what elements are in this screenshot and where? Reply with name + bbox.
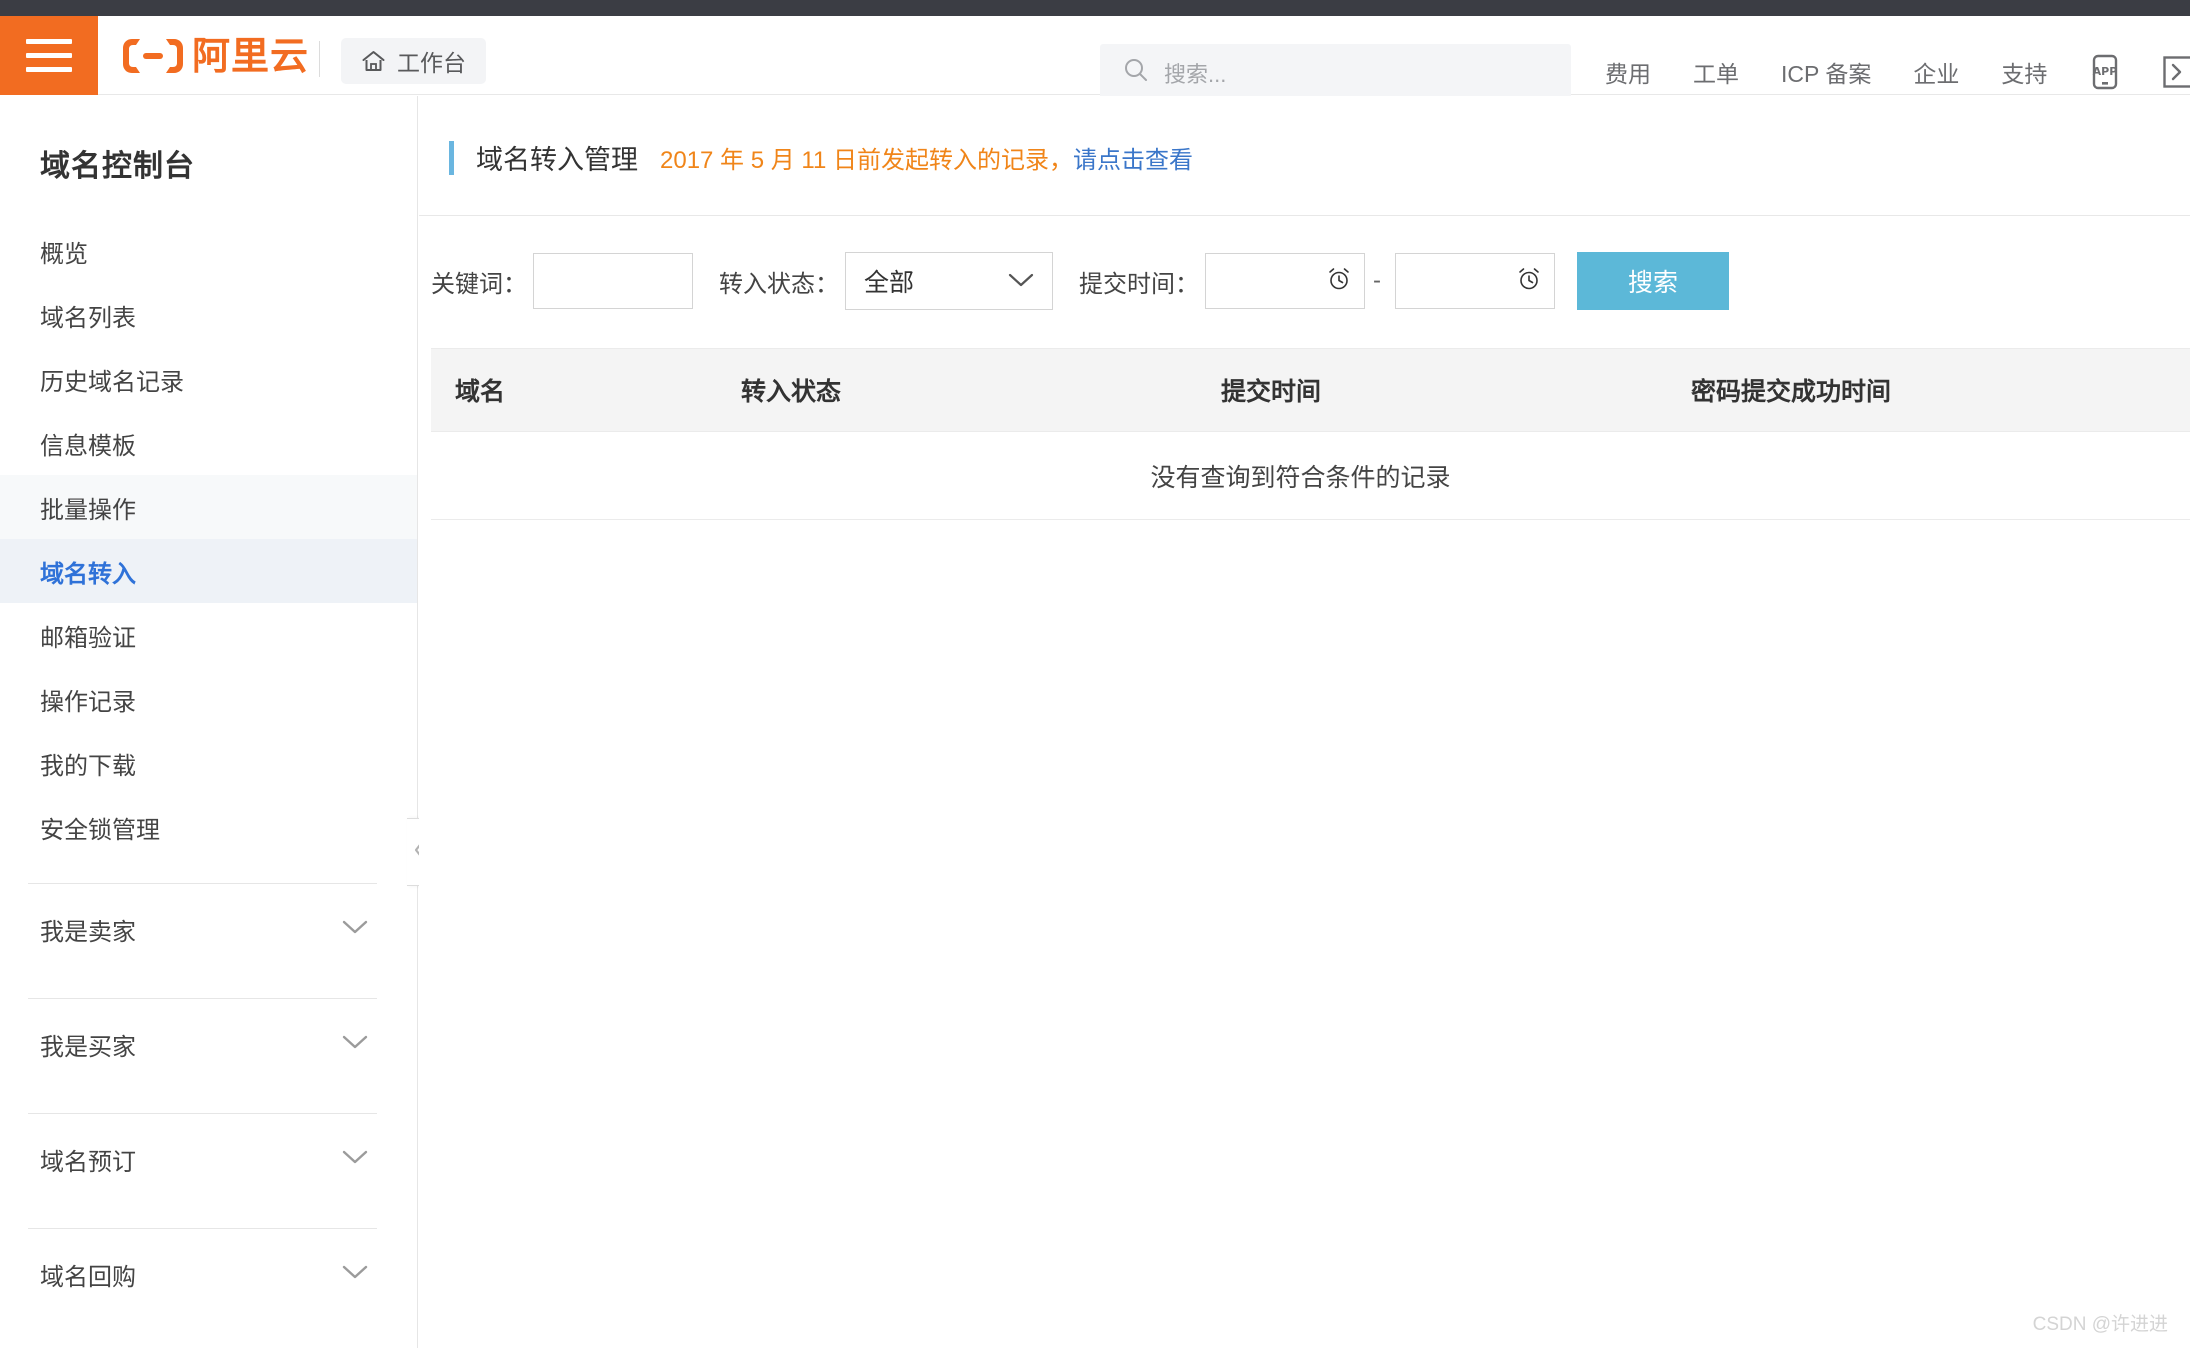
page-title-accent-bar (449, 140, 454, 175)
watermark: CSDN @许进进 (2032, 1314, 2168, 1335)
workbench-button[interactable]: 工作台 (341, 38, 486, 84)
sidebar-item-operation-log[interactable]: 操作记录 (0, 667, 417, 731)
column-header-submit-time: 提交时间 (1221, 378, 1322, 406)
sidebar-group-domain-buyback[interactable]: 域名回购 (0, 1229, 417, 1319)
transfer-status-select[interactable]: 全部 (845, 252, 1053, 310)
sidebar-item-security-lock[interactable]: 安全锁管理 (0, 795, 417, 859)
cloud-shell-icon[interactable] (2163, 55, 2190, 88)
nav-link-enterprise[interactable]: 企业 (1913, 55, 1959, 89)
sidebar-nav-list: 概览 域名列表 历史域名记录 信息模板 批量操作 域名转入 邮箱验证 操作记录 … (0, 219, 417, 859)
sidebar-item-domain-list[interactable]: 域名列表 (0, 283, 417, 347)
home-icon (361, 49, 386, 74)
sidebar-item-label: 邮箱验证 (40, 624, 136, 652)
sidebar-item-label: 操作记录 (40, 688, 136, 716)
sidebar-group-buyer[interactable]: 我是买家 (0, 999, 417, 1089)
sidebar-item-label: 安全锁管理 (40, 816, 160, 844)
global-search-input[interactable]: 搜索... (1100, 44, 1571, 101)
search-button[interactable]: 搜索 (1577, 252, 1729, 310)
nav-link-icp[interactable]: ICP 备案 (1781, 55, 1871, 89)
sidebar-item-label: 信息模板 (40, 432, 136, 460)
chevron-down-icon (1006, 267, 1036, 296)
sidebar: 域名控制台 概览 域名列表 历史域名记录 信息模板 批量操作 域名转入 邮箱验证… (0, 96, 418, 1348)
browser-top-strip (0, 0, 2190, 16)
submit-time-start-input[interactable] (1205, 253, 1365, 309)
sidebar-item-history-records[interactable]: 历史域名记录 (0, 347, 417, 411)
filter-bar: 关键词： 转入状态： 全部 提交时间： - 搜索 (419, 216, 2190, 310)
sidebar-item-label: 域名转入 (40, 560, 136, 588)
sidebar-item-info-template[interactable]: 信息模板 (0, 411, 417, 475)
nav-link-support[interactable]: 支持 (2001, 55, 2047, 89)
page-notice-text: 2017 年 5 月 11 日前发起转入的记录， (660, 147, 1073, 174)
column-header-transfer-status: 转入状态 (741, 378, 842, 406)
sidebar-group-label: 域名预订 (40, 1148, 136, 1176)
sidebar-group-seller[interactable]: 我是卖家 (0, 884, 417, 974)
header-divider (319, 41, 320, 77)
sidebar-item-label: 我的下载 (40, 752, 136, 780)
submit-time-end-input[interactable] (1395, 253, 1555, 309)
sidebar-item-label: 历史域名记录 (40, 368, 184, 396)
sidebar-item-email-verification[interactable]: 邮箱验证 (0, 603, 417, 667)
time-range-separator: - (1373, 267, 1381, 294)
results-table: 域名 转入状态 提交时间 密码提交成功时间 没有查询到符合条件的记录 (419, 348, 2190, 520)
sidebar-item-domain-transfer-in[interactable]: 域名转入 (0, 539, 417, 603)
table-header-row: 域名 转入状态 提交时间 密码提交成功时间 (431, 348, 2190, 432)
keyword-input[interactable] (533, 253, 693, 309)
chevron-down-icon (341, 915, 369, 943)
page-notice-link[interactable]: 请点击查看 (1073, 147, 1193, 174)
submit-time-label: 提交时间： (1079, 270, 1199, 298)
alibaba-cloud-logo-icon (122, 36, 184, 76)
sidebar-group-label: 我是买家 (40, 1033, 136, 1061)
svg-text:APP: APP (2093, 65, 2118, 78)
alibaba-cloud-logo[interactable]: 阿里云 (122, 36, 309, 76)
page-notice: 2017 年 5 月 11 日前发起转入的记录，请点击查看 (660, 140, 1193, 175)
sidebar-group-label: 域名回购 (40, 1263, 136, 1291)
search-icon (1123, 57, 1149, 88)
nav-link-fees[interactable]: 费用 (1605, 55, 1651, 89)
logo-text: 阿里云 (192, 34, 310, 78)
keyword-label: 关键词： (431, 270, 527, 298)
sidebar-item-overview[interactable]: 概览 (0, 219, 417, 283)
page-title: 域名转入管理 (476, 145, 638, 175)
sidebar-title: 域名控制台 (40, 150, 195, 183)
sidebar-group-domain-booking[interactable]: 域名预订 (0, 1114, 417, 1204)
column-header-domain: 域名 (455, 378, 506, 406)
chevron-down-icon (341, 1030, 369, 1058)
workbench-label: 工作台 (397, 50, 466, 76)
global-search-placeholder: 搜索... (1164, 61, 1227, 87)
sidebar-item-label: 概览 (40, 240, 88, 268)
table-empty-state: 没有查询到符合条件的记录 (431, 432, 2190, 520)
column-header-password-success-time: 密码提交成功时间 (1691, 378, 1892, 406)
sidebar-item-label: 域名列表 (40, 304, 136, 332)
chevron-down-icon (341, 1145, 369, 1173)
sidebar-item-label: 批量操作 (40, 496, 136, 524)
transfer-status-label: 转入状态： (719, 270, 839, 298)
page-header: 域名转入管理 2017 年 5 月 11 日前发起转入的记录，请点击查看 (419, 96, 2190, 177)
alarm-clock-icon (1516, 266, 1542, 297)
nav-link-tickets[interactable]: 工单 (1693, 55, 1739, 89)
hamburger-menu-icon[interactable] (0, 16, 98, 95)
main-content: 域名转入管理 2017 年 5 月 11 日前发起转入的记录，请点击查看 关键词… (419, 96, 2190, 1348)
global-header: 阿里云 工作台 搜索... 费用 工单 ICP 备案 企业 支持 APP (0, 16, 2190, 101)
sidebar-group-label: 我是卖家 (40, 918, 136, 946)
sidebar-item-my-downloads[interactable]: 我的下载 (0, 731, 417, 795)
chevron-down-icon (341, 1260, 369, 1288)
transfer-status-value: 全部 (864, 269, 915, 297)
app-download-icon[interactable]: APP (2089, 54, 2121, 90)
alarm-clock-icon (1326, 266, 1352, 297)
sidebar-item-batch-operations[interactable]: 批量操作 (0, 475, 417, 539)
